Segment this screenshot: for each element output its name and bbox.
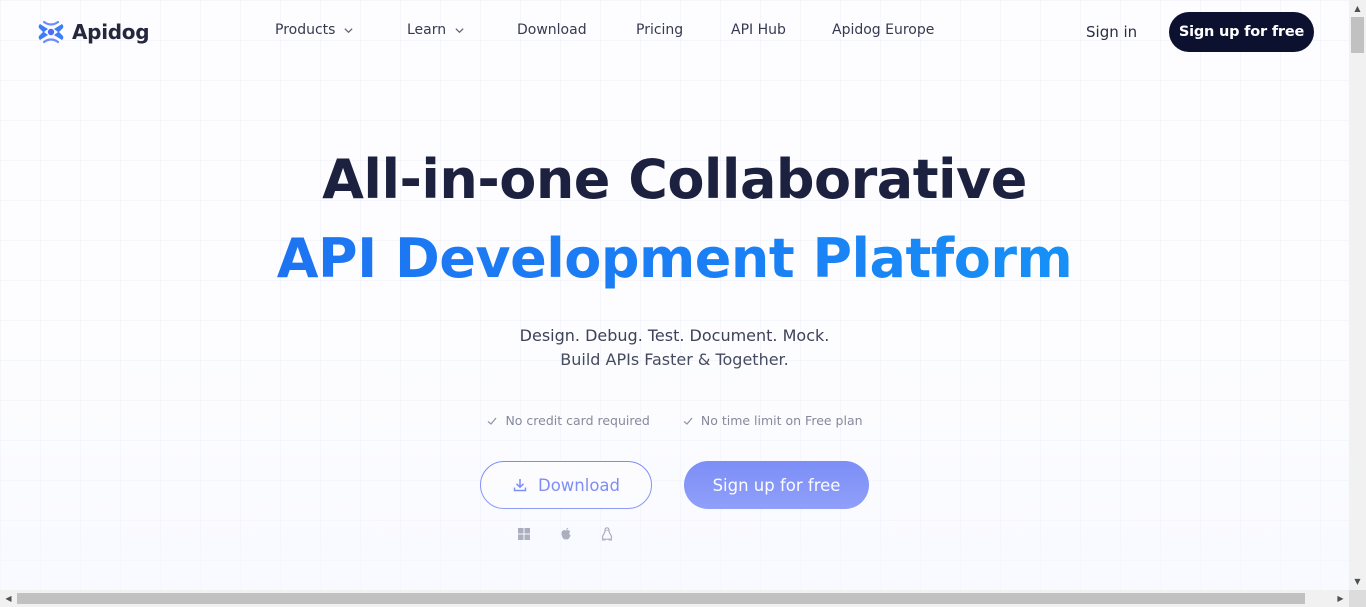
- scroll-down-arrow-icon[interactable]: ▼: [1349, 573, 1366, 590]
- logo-text: Apidog: [72, 20, 150, 44]
- signin-link[interactable]: Sign in: [1086, 23, 1137, 41]
- hero-subtitle-line1: Design. Debug. Test. Document. Mock.: [519, 326, 830, 345]
- nav-learn-label: Learn: [407, 22, 447, 38]
- signup-button-hero[interactable]: Sign up for free: [684, 461, 869, 509]
- nav-download[interactable]: Download: [517, 22, 587, 38]
- nav-pricing[interactable]: Pricing: [636, 22, 683, 38]
- download-button[interactable]: Download: [480, 461, 652, 509]
- download-icon: [513, 479, 527, 492]
- logo[interactable]: Apidog: [36, 17, 150, 47]
- hero-headline-line1: All-in-one Collaborative: [322, 148, 1027, 211]
- download-button-label: Download: [537, 475, 621, 495]
- nav-apidog-europe[interactable]: Apidog Europe: [832, 22, 934, 38]
- checkmark-icon: [488, 417, 497, 425]
- hero-headline-line2: API Development Platform: [0, 227, 1349, 290]
- nav-products[interactable]: Products: [275, 22, 354, 38]
- scroll-up-arrow-icon[interactable]: ▲: [1349, 0, 1366, 17]
- chevron-down-icon: [344, 27, 354, 33]
- windows-icon[interactable]: [516, 526, 532, 542]
- signup-button-top[interactable]: Sign up for free: [1169, 12, 1314, 52]
- vertical-scroll-thumb[interactable]: [1351, 17, 1364, 53]
- vertical-scrollbar[interactable]: ▲ ▼: [1349, 0, 1366, 590]
- top-nav: Apidog Products Learn Download Pricing A…: [0, 0, 1349, 64]
- apple-icon[interactable]: [558, 526, 574, 542]
- scroll-left-arrow-icon[interactable]: ◀: [0, 590, 17, 607]
- check-item: No credit card required: [486, 413, 650, 428]
- hero-subtitle-line2: Build APIs Faster & Together.: [560, 350, 789, 369]
- chevron-down-icon: [455, 27, 464, 33]
- nav-products-label: Products: [275, 22, 336, 38]
- check-label: No time limit on Free plan: [700, 413, 863, 428]
- apidog-logo-icon: [38, 20, 64, 44]
- scrollbar-corner: [1349, 590, 1366, 607]
- hero-checks: No credit card required No time limit on…: [0, 413, 1349, 428]
- scroll-right-arrow-icon[interactable]: ▶: [1332, 590, 1349, 607]
- nav-api-hub[interactable]: API Hub: [731, 22, 786, 38]
- check-label: No credit card required: [505, 413, 650, 428]
- linux-icon[interactable]: [599, 526, 615, 542]
- checkmark-icon: [683, 417, 693, 425]
- horizontal-scroll-thumb[interactable]: [17, 593, 1305, 604]
- horizontal-scrollbar[interactable]: ◀ ▶: [0, 590, 1349, 607]
- nav-learn[interactable]: Learn: [407, 22, 465, 38]
- check-item: No time limit on Free plan: [682, 413, 863, 428]
- page: Apidog Products Learn Download Pricing A…: [0, 0, 1349, 590]
